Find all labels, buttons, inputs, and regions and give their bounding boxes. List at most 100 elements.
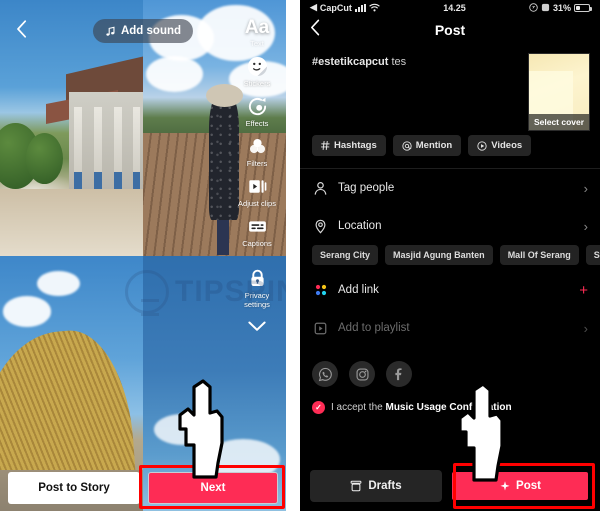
row-location[interactable]: Location › <box>300 207 600 245</box>
chevron-right-icon: › <box>583 218 588 234</box>
chevron-left-icon <box>16 20 26 38</box>
post-header: Post <box>300 15 600 45</box>
hashtags-chip[interactable]: Hashtags <box>312 135 386 156</box>
music-usage-row[interactable]: ✓ I accept the Music Usage Confirmation <box>300 387 600 414</box>
lock-icon <box>245 266 269 290</box>
row-label: Add link <box>338 284 379 296</box>
plus-icon[interactable]: + <box>579 282 588 299</box>
sidebar-item-label: Effects <box>245 119 269 128</box>
share-to-row <box>300 347 600 387</box>
location-suggestion-chip[interactable]: Mall Of Serang <box>499 245 579 265</box>
music-usage-prefix: I accept the <box>331 402 386 413</box>
battery-percent-label: 31% <box>552 2 571 13</box>
chevron-right-icon: › <box>583 180 588 196</box>
status-bar-left: ◀ CapCut <box>310 2 380 13</box>
status-bar: ◀ CapCut 14.25 31% <box>300 0 600 15</box>
add-sound-label: Add sound <box>120 25 182 37</box>
location-suggestions: Serang City Masjid Agung Banten Mall Of … <box>300 245 600 271</box>
location-suggestion-chip[interactable]: Serang City <box>312 245 379 265</box>
sidebar-item-stickers[interactable]: Stickers <box>232 54 282 88</box>
cloud-shape <box>145 56 204 92</box>
wifi-icon <box>369 3 380 12</box>
back-arrow-icon: ◀ <box>310 2 317 12</box>
sidebar-item-filters[interactable]: Filters <box>232 134 282 168</box>
caption-hashtag: #estetikcapcut <box>312 56 389 68</box>
post-button[interactable]: Post <box>450 470 590 502</box>
sidebar-item-label: Filters <box>246 159 268 168</box>
sidebar-item-privacy-settings[interactable]: Privacy settings <box>232 266 282 309</box>
row-tag-people[interactable]: Tag people › <box>300 169 600 207</box>
music-usage-link[interactable]: Music Usage Confirmation <box>385 402 511 413</box>
post-label: Post <box>516 480 541 492</box>
facebook-icon[interactable] <box>386 361 412 387</box>
select-cover-label: Select cover <box>529 114 589 130</box>
cloud-shape <box>154 413 212 445</box>
row-add-link[interactable]: Add link + <box>300 271 600 309</box>
chevron-right-icon: › <box>583 320 588 336</box>
location-pin-icon <box>312 218 329 235</box>
sticker-icon <box>245 54 269 78</box>
location-suggestion-chip[interactable]: Masjid Agung Banten <box>385 245 493 265</box>
carrier-label: CapCut <box>319 2 352 13</box>
sparkle-icon <box>500 481 510 491</box>
at-icon <box>402 140 412 151</box>
sidebar-item-adjust-clips[interactable]: Adjust clips <box>232 174 282 208</box>
post-bottom-bar: Drafts Post <box>300 469 600 503</box>
checked-circle-icon[interactable]: ✓ <box>312 401 325 414</box>
chip-label: Videos <box>491 140 523 151</box>
caption-area: #estetikcapcut tes Select cover <box>300 45 600 137</box>
videos-chip[interactable]: Videos <box>468 135 532 156</box>
caption-body: tes <box>391 56 407 68</box>
row-label: Add to playlist <box>338 322 410 334</box>
sidebar-item-label: Stickers <box>243 79 271 88</box>
sidebar-item-label: Text <box>250 39 264 48</box>
effects-icon <box>245 94 269 118</box>
cloud-shape <box>2 296 52 328</box>
chip-label: Hashtags <box>334 140 377 151</box>
adjust-clips-icon <box>245 174 269 198</box>
sidebar-item-text[interactable]: Aa Text <box>232 17 282 49</box>
signal-bars-icon <box>354 3 366 12</box>
ground-shape <box>0 189 143 256</box>
sidebar-item-effects[interactable]: Effects <box>232 94 282 128</box>
text-aa-icon: Aa <box>244 17 270 38</box>
caption-input[interactable]: #estetikcapcut tes <box>312 55 512 70</box>
house-post-shape <box>94 107 102 195</box>
chip-label: Mention <box>415 140 453 151</box>
instagram-icon[interactable] <box>349 361 375 387</box>
chevron-down-icon <box>248 321 266 331</box>
grid-dots-icon <box>312 282 329 299</box>
music-usage-text: I accept the Music Usage Confirmation <box>331 402 512 413</box>
drafts-button[interactable]: Drafts <box>310 470 442 502</box>
next-button[interactable]: Next <box>148 472 278 504</box>
mention-chip[interactable]: Mention <box>392 135 462 156</box>
video-icon <box>477 140 487 151</box>
caption-tools-row: Hashtags Mention Videos <box>300 135 600 156</box>
sidebar-item-label: Captions <box>242 239 272 248</box>
tree-shape <box>25 132 63 184</box>
drafts-label: Drafts <box>368 480 402 492</box>
row-add-to-playlist[interactable]: Add to playlist › <box>300 309 600 347</box>
post-to-story-button[interactable]: Post to Story <box>8 472 140 504</box>
sidebar-item-label: Privacy settings <box>244 291 270 309</box>
battery-icon <box>574 3 592 12</box>
playlist-icon <box>312 320 329 337</box>
person-icon <box>312 180 329 197</box>
editor-bottom-bar: Post to Story Next <box>0 471 286 505</box>
house-post-shape <box>74 107 82 195</box>
captions-icon <box>245 214 269 238</box>
house-post-shape <box>114 107 122 195</box>
cloud-shape <box>37 270 81 297</box>
sidebar-collapse-button[interactable] <box>248 317 266 337</box>
location-suggestion-chip[interactable]: Stadion Banten <box>585 245 600 265</box>
house-post-shape <box>132 107 141 195</box>
whatsapp-icon[interactable] <box>312 361 338 387</box>
editor-tool-sidebar: Aa Text Stickers Effects Filters Adjust … <box>232 18 282 337</box>
music-note-icon <box>106 26 115 36</box>
editor-back-button[interactable] <box>10 20 32 42</box>
row-label: Tag people <box>338 182 395 194</box>
select-cover-thumbnail[interactable]: Select cover <box>528 53 590 131</box>
add-sound-button[interactable]: Add sound <box>92 19 194 43</box>
sidebar-item-captions[interactable]: Captions <box>232 214 282 248</box>
page-title: Post <box>434 22 466 38</box>
